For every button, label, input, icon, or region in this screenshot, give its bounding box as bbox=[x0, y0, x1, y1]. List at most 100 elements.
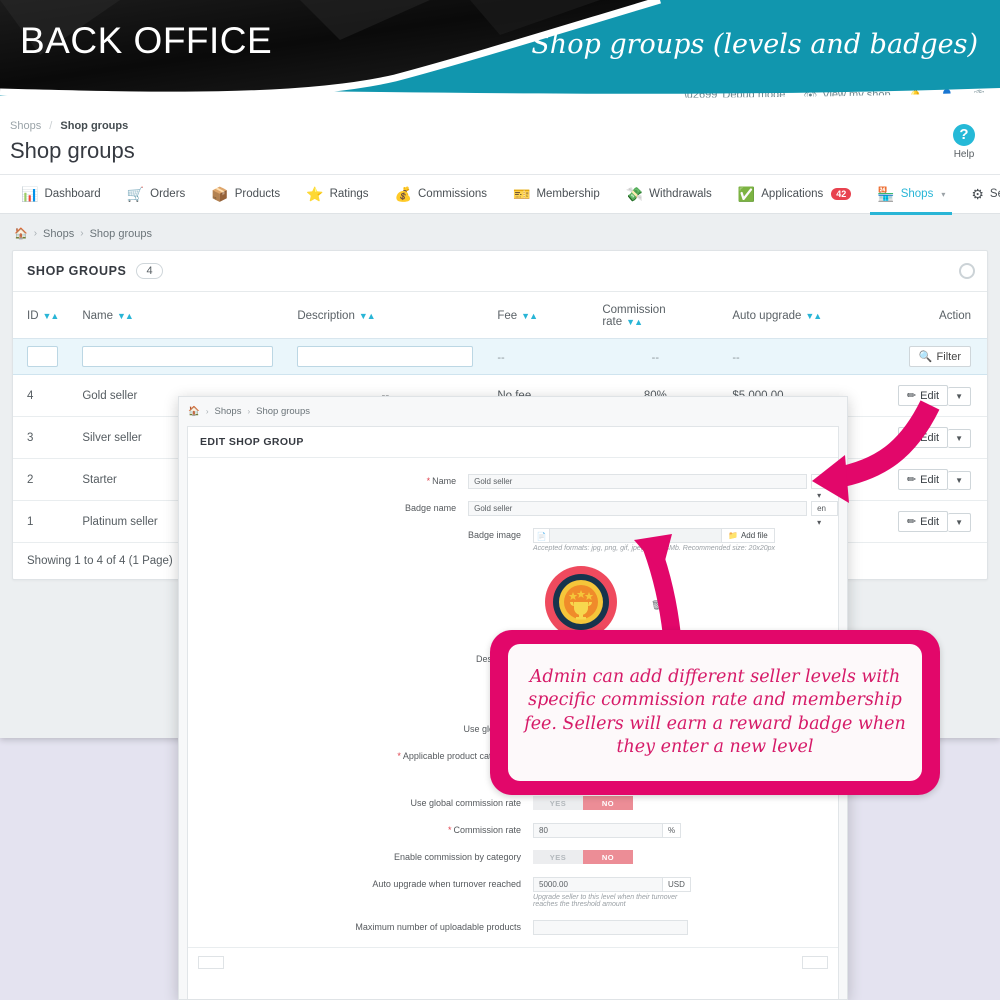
nav-item-applications[interactable]: ✅ Applications 42 bbox=[725, 175, 864, 214]
nav-item-commissions[interactable]: 💰 Commissions bbox=[382, 175, 500, 214]
panel-header: SHOP GROUPS 4 bbox=[13, 251, 987, 292]
nav-label: Withdrawals bbox=[649, 188, 712, 200]
nav-item-withdrawals[interactable]: 💸 Withdrawals bbox=[613, 175, 725, 214]
banner-title: BACK OFFICE bbox=[20, 20, 273, 61]
sort-icon[interactable]: ▼▲ bbox=[805, 311, 822, 321]
col-fee[interactable]: Fee ▼▲ bbox=[483, 292, 589, 339]
sort-icon[interactable]: ▼▲ bbox=[117, 311, 134, 321]
modal-breadcrumb: 🏠 › Shops › Shop groups bbox=[179, 397, 847, 426]
edit-dropdown-toggle[interactable]: ▼ bbox=[948, 513, 971, 532]
edit-button[interactable]: ✏ Edit bbox=[897, 385, 949, 406]
content-breadcrumb-shops[interactable]: Shops bbox=[43, 228, 74, 240]
toggle-no[interactable]: NO bbox=[583, 796, 633, 810]
edit-dropdown-toggle[interactable]: ▼ bbox=[948, 387, 971, 406]
col-description[interactable]: Description ▼▲ bbox=[283, 292, 484, 339]
nav-label: Orders bbox=[150, 188, 186, 200]
col-id[interactable]: ID ▼▲ bbox=[13, 292, 69, 339]
nav-item-dashboard[interactable]: 📊 Dashboard bbox=[8, 175, 114, 214]
filter-fee-value: -- bbox=[497, 351, 505, 364]
help-label: Help bbox=[953, 149, 975, 160]
badge-name-input[interactable] bbox=[468, 501, 808, 516]
max-products-label: Maximum number of uploadable products bbox=[355, 922, 521, 932]
auto-upgrade-input[interactable] bbox=[533, 877, 663, 892]
filter-description-input[interactable] bbox=[297, 346, 474, 367]
sort-icon[interactable]: ▼▲ bbox=[359, 311, 376, 321]
max-products-input[interactable] bbox=[533, 920, 688, 935]
use-global-commission-toggle[interactable]: YES NO bbox=[533, 796, 633, 810]
chevron-right-icon: › bbox=[247, 407, 251, 416]
save-button[interactable] bbox=[802, 956, 828, 969]
edit-button[interactable]: ✏ Edit bbox=[897, 427, 949, 448]
filter-button-label: Filter bbox=[936, 350, 961, 363]
use-global-fee-label: Use global fee bbox=[463, 724, 521, 734]
folder-icon: 📁 bbox=[728, 530, 738, 540]
commission-rate-label: * Commission rate bbox=[447, 825, 521, 835]
add-file-button[interactable]: 📁 Add file bbox=[722, 528, 775, 543]
edit-button[interactable]: ✏ Edit bbox=[897, 511, 949, 532]
sort-icon[interactable]: ▼▲ bbox=[626, 317, 643, 327]
nav-item-shops[interactable]: 🏪 Shops ▾ bbox=[864, 175, 958, 215]
edit-dropdown-toggle[interactable]: ▼ bbox=[948, 471, 971, 490]
toggle-yes[interactable]: YES bbox=[533, 796, 583, 810]
use-global-commission-label: Use global commission rate bbox=[410, 798, 521, 808]
filter-name-input[interactable] bbox=[82, 346, 274, 367]
cell-id: 4 bbox=[13, 374, 69, 417]
enable-commission-by-category-toggle[interactable]: YES NO bbox=[533, 850, 633, 864]
col-commission-rate[interactable]: Commission rate ▼▲ bbox=[588, 292, 719, 339]
badge-image-file-picker[interactable]: 📄 📁 Add file bbox=[533, 528, 775, 543]
name-language-selector[interactable]: en ▾ bbox=[811, 474, 838, 500]
sort-icon[interactable]: ▼▲ bbox=[43, 311, 60, 321]
name-input[interactable] bbox=[468, 474, 808, 489]
nav-label: Shops bbox=[900, 188, 934, 200]
home-icon[interactable]: 🏠 bbox=[188, 406, 200, 417]
col-auto-upgrade[interactable]: Auto upgrade ▼▲ bbox=[718, 292, 849, 339]
cancel-button[interactable] bbox=[198, 956, 224, 969]
field-name: *Name en ▾ bbox=[188, 474, 838, 500]
nav-item-membership[interactable]: 🎫 Membership bbox=[500, 175, 613, 214]
help-button[interactable]: ? Help bbox=[942, 124, 986, 160]
edit-button[interactable]: ✏ Edit bbox=[897, 469, 949, 490]
auto-upgrade-hint: Upgrade seller to this level when their … bbox=[533, 894, 678, 908]
filter-id-input[interactable] bbox=[27, 346, 59, 367]
content-breadcrumb-shop-groups[interactable]: Shop groups bbox=[90, 228, 152, 240]
nav-label: Dashboard bbox=[44, 188, 101, 200]
commission-rate-input[interactable] bbox=[533, 823, 663, 838]
nav-item-products[interactable]: 📦 Products bbox=[198, 175, 293, 214]
modal-breadcrumb-shops[interactable]: Shops bbox=[215, 406, 242, 417]
main-navigation: 📊 Dashboard 🛒 Orders 📦 Products ⭐ Rating… bbox=[0, 174, 1000, 215]
home-icon[interactable]: 🏠 bbox=[14, 227, 28, 240]
cell-id: 1 bbox=[13, 500, 69, 543]
chevron-right-icon: › bbox=[33, 228, 38, 239]
gear-icon[interactable] bbox=[959, 263, 975, 279]
nav-label: Products bbox=[234, 188, 281, 200]
nav-item-ratings[interactable]: ⭐ Ratings bbox=[293, 175, 381, 214]
chevron-down-icon: ▾ bbox=[941, 189, 946, 199]
required-marker: * bbox=[447, 825, 452, 835]
col-name[interactable]: Name ▼▲ bbox=[68, 292, 284, 339]
edit-button-label: Edit bbox=[920, 515, 940, 528]
delete-badge-image-icon[interactable]: 🗑 bbox=[651, 600, 662, 611]
filter-row: -- -- -- 🔍 Filter bbox=[13, 338, 987, 375]
breadcrumb-separator: / bbox=[49, 120, 53, 132]
nav-label: Commissions bbox=[418, 188, 488, 200]
badge-image-hint: Accepted formats: jpg, png, gif, jpeg. L… bbox=[533, 545, 776, 552]
filter-button[interactable]: 🔍 Filter bbox=[908, 346, 971, 367]
edit-button-label: Edit bbox=[920, 473, 940, 486]
edit-button-label: Edit bbox=[920, 431, 940, 444]
nav-item-settings[interactable]: ⚙ Settings ▾ bbox=[958, 175, 1000, 214]
breadcrumb-parent[interactable]: Shops bbox=[10, 120, 41, 132]
commission-rate-unit: % bbox=[663, 823, 682, 838]
edit-button-label: Edit bbox=[920, 389, 940, 402]
nav-label: Applications bbox=[761, 188, 824, 200]
auto-upgrade-unit: USD bbox=[663, 877, 691, 892]
chevron-right-icon: › bbox=[205, 407, 209, 416]
edit-dropdown-toggle[interactable]: ▼ bbox=[948, 429, 971, 448]
sort-icon[interactable]: ▼▲ bbox=[521, 311, 538, 321]
badge-name-language-selector[interactable]: en ▾ bbox=[811, 501, 838, 527]
toggle-yes[interactable]: YES bbox=[533, 850, 583, 864]
check-hand-icon: ✅ bbox=[737, 186, 756, 202]
toggle-no[interactable]: NO bbox=[583, 850, 633, 864]
help-icon: ? bbox=[953, 124, 975, 146]
modal-breadcrumb-shop-groups[interactable]: Shop groups bbox=[256, 406, 310, 417]
nav-item-orders[interactable]: 🛒 Orders bbox=[114, 175, 199, 214]
